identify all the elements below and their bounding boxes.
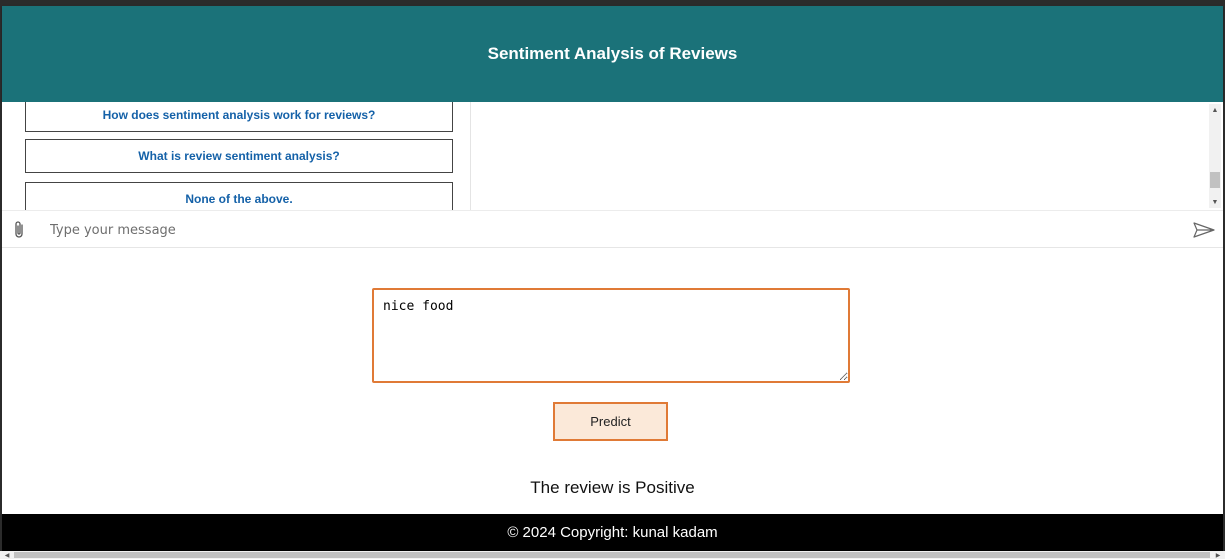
prediction-result: The review is Positive (530, 478, 695, 497)
chat-message-bar (2, 210, 1223, 248)
chatbot-suggestions: How does sentiment analysis work for rev… (10, 102, 471, 210)
predict-button[interactable]: Predict (553, 402, 668, 441)
suggestion-none-of-the-above[interactable]: None of the above. (25, 182, 453, 210)
send-icon[interactable] (1193, 221, 1215, 239)
chat-scrollbar[interactable]: ▲ ▼ (1209, 104, 1221, 208)
scroll-up-arrow-icon[interactable]: ▲ (1209, 104, 1221, 116)
chat-message-input[interactable] (48, 217, 1182, 243)
scroll-right-arrow-icon[interactable]: ▶ (1213, 551, 1223, 559)
suggestion-what-is-review-sentiment-analysis[interactable]: What is review sentiment analysis? (25, 139, 453, 173)
horizontal-scrollbar[interactable]: ◀ ▶ (0, 551, 1225, 559)
paperclip-icon[interactable] (12, 220, 26, 240)
chat-scrollbar-thumb[interactable] (1210, 172, 1220, 188)
scroll-left-arrow-icon[interactable]: ◀ (2, 551, 12, 559)
page-footer: © 2024 Copyright: kunal kadam (2, 514, 1223, 551)
chatbot-panel: How does sentiment analysis work for rev… (2, 102, 1223, 210)
suggestion-how-does-sentiment-analysis-work[interactable]: How does sentiment analysis work for rev… (25, 102, 453, 132)
scroll-down-arrow-icon[interactable]: ▼ (1209, 196, 1221, 208)
page-title: Sentiment Analysis of Reviews (487, 44, 738, 63)
copyright-text: © 2024 Copyright: kunal kadam (507, 524, 718, 541)
horizontal-scrollbar-thumb[interactable] (14, 552, 1210, 558)
review-textarea[interactable]: nice food (372, 288, 850, 383)
page-header: Sentiment Analysis of Reviews (2, 6, 1223, 102)
